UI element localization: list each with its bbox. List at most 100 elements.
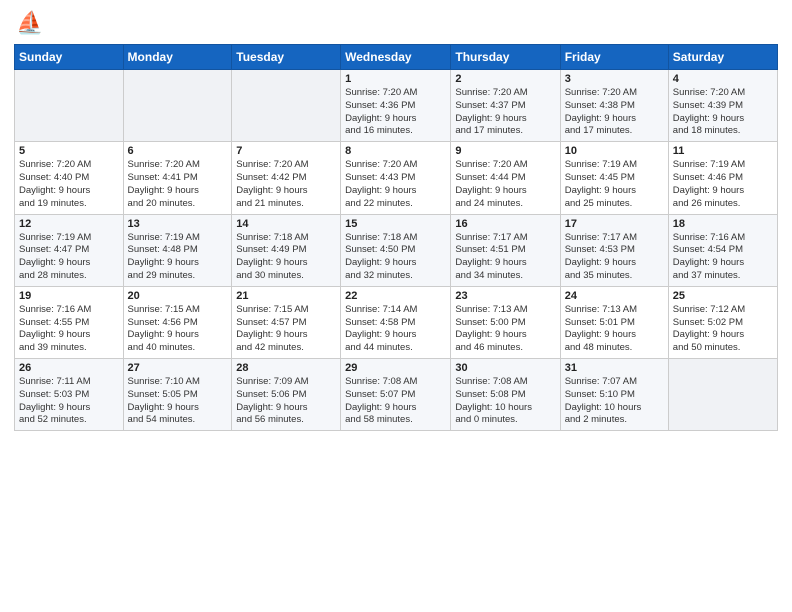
page: ⛵ SundayMondayTuesdayWednesdayThursdayFr… — [0, 0, 792, 612]
day-info: Sunrise: 7:20 AM Sunset: 4:40 PM Dayligh… — [19, 159, 119, 210]
day-cell: 25 Sunrise: 7:12 AM Sunset: 5:02 PM Dayli… — [668, 286, 777, 358]
day-number: 8 — [345, 145, 446, 157]
day-number: 14 — [236, 218, 336, 230]
day-cell: 6 Sunrise: 7:20 AM Sunset: 4:41 PM Daylig… — [123, 142, 232, 214]
day-number: 13 — [128, 218, 228, 230]
day-number: 18 — [673, 218, 773, 230]
day-info: Sunrise: 7:11 AM Sunset: 5:03 PM Dayligh… — [19, 376, 119, 427]
day-info: Sunrise: 7:08 AM Sunset: 5:07 PM Dayligh… — [345, 376, 446, 427]
day-number: 19 — [19, 290, 119, 302]
day-cell: 20 Sunrise: 7:15 AM Sunset: 4:56 PM Dayli… — [123, 286, 232, 358]
week-row-2: 5 Sunrise: 7:20 AM Sunset: 4:40 PM Daylig… — [15, 142, 778, 214]
day-cell: 26 Sunrise: 7:11 AM Sunset: 5:03 PM Dayli… — [15, 359, 124, 431]
day-info: Sunrise: 7:10 AM Sunset: 5:05 PM Dayligh… — [128, 376, 228, 427]
day-info: Sunrise: 7:14 AM Sunset: 4:58 PM Dayligh… — [345, 304, 446, 355]
day-info: Sunrise: 7:20 AM Sunset: 4:39 PM Dayligh… — [673, 87, 773, 138]
day-header-thursday: Thursday — [451, 45, 560, 70]
week-row-1: 1Sunrise: 7:20 AM Sunset: 4:36 PM Daylig… — [15, 70, 778, 142]
day-number: 4 — [673, 73, 773, 85]
day-cell: 27 Sunrise: 7:10 AM Sunset: 5:05 PM Dayli… — [123, 359, 232, 431]
day-number: 3 — [565, 73, 664, 85]
day-header-tuesday: Tuesday — [232, 45, 341, 70]
day-info: Sunrise: 7:20 AM Sunset: 4:43 PM Dayligh… — [345, 159, 446, 210]
day-info: Sunrise: 7:20 AM Sunset: 4:44 PM Dayligh… — [455, 159, 555, 210]
header: ⛵ — [14, 10, 778, 38]
day-cell: 1Sunrise: 7:20 AM Sunset: 4:36 PM Daylig… — [341, 70, 451, 142]
day-header-monday: Monday — [123, 45, 232, 70]
day-cell: 14 Sunrise: 7:18 AM Sunset: 4:49 PM Dayli… — [232, 214, 341, 286]
day-number: 30 — [455, 362, 555, 374]
day-number: 27 — [128, 362, 228, 374]
day-info: Sunrise: 7:18 AM Sunset: 4:49 PM Dayligh… — [236, 232, 336, 283]
day-info: Sunrise: 7:08 AM Sunset: 5:08 PM Dayligh… — [455, 376, 555, 427]
day-number: 21 — [236, 290, 336, 302]
day-header-friday: Friday — [560, 45, 668, 70]
day-header-sunday: Sunday — [15, 45, 124, 70]
day-info: Sunrise: 7:12 AM Sunset: 5:02 PM Dayligh… — [673, 304, 773, 355]
day-info: Sunrise: 7:19 AM Sunset: 4:47 PM Dayligh… — [19, 232, 119, 283]
day-info: Sunrise: 7:19 AM Sunset: 4:48 PM Dayligh… — [128, 232, 228, 283]
svg-text:⛵: ⛵ — [16, 10, 42, 35]
day-info: Sunrise: 7:13 AM Sunset: 5:00 PM Dayligh… — [455, 304, 555, 355]
day-cell: 30 Sunrise: 7:08 AM Sunset: 5:08 PM Dayli… — [451, 359, 560, 431]
day-cell — [232, 70, 341, 142]
day-info: Sunrise: 7:19 AM Sunset: 4:45 PM Dayligh… — [565, 159, 664, 210]
day-info: Sunrise: 7:20 AM Sunset: 4:41 PM Dayligh… — [128, 159, 228, 210]
calendar-header-row: SundayMondayTuesdayWednesdayThursdayFrid… — [15, 45, 778, 70]
day-cell — [123, 70, 232, 142]
day-number: 15 — [345, 218, 446, 230]
day-header-saturday: Saturday — [668, 45, 777, 70]
day-number: 28 — [236, 362, 336, 374]
day-info: Sunrise: 7:20 AM Sunset: 4:36 PM Dayligh… — [345, 87, 446, 138]
day-number: 16 — [455, 218, 555, 230]
day-info: Sunrise: 7:07 AM Sunset: 5:10 PM Dayligh… — [565, 376, 664, 427]
day-cell: 10 Sunrise: 7:19 AM Sunset: 4:45 PM Dayli… — [560, 142, 668, 214]
day-number: 10 — [565, 145, 664, 157]
day-cell: 11Sunrise: 7:19 AM Sunset: 4:46 PM Dayli… — [668, 142, 777, 214]
day-info: Sunrise: 7:15 AM Sunset: 4:56 PM Dayligh… — [128, 304, 228, 355]
day-number: 25 — [673, 290, 773, 302]
week-row-4: 19 Sunrise: 7:16 AM Sunset: 4:55 PM Dayli… — [15, 286, 778, 358]
day-info: Sunrise: 7:09 AM Sunset: 5:06 PM Dayligh… — [236, 376, 336, 427]
day-cell: 21 Sunrise: 7:15 AM Sunset: 4:57 PM Dayli… — [232, 286, 341, 358]
logo: ⛵ — [14, 10, 45, 38]
day-cell: 17 Sunrise: 7:17 AM Sunset: 4:53 PM Dayli… — [560, 214, 668, 286]
day-header-wednesday: Wednesday — [341, 45, 451, 70]
day-info: Sunrise: 7:18 AM Sunset: 4:50 PM Dayligh… — [345, 232, 446, 283]
day-cell: 13 Sunrise: 7:19 AM Sunset: 4:48 PM Dayli… — [123, 214, 232, 286]
day-cell: 29Sunrise: 7:08 AM Sunset: 5:07 PM Dayli… — [341, 359, 451, 431]
day-number: 26 — [19, 362, 119, 374]
day-cell: 5 Sunrise: 7:20 AM Sunset: 4:40 PM Daylig… — [15, 142, 124, 214]
day-info: Sunrise: 7:20 AM Sunset: 4:37 PM Dayligh… — [455, 87, 555, 138]
day-info: Sunrise: 7:16 AM Sunset: 4:55 PM Dayligh… — [19, 304, 119, 355]
week-row-3: 12Sunrise: 7:19 AM Sunset: 4:47 PM Dayli… — [15, 214, 778, 286]
day-info: Sunrise: 7:17 AM Sunset: 4:53 PM Dayligh… — [565, 232, 664, 283]
day-number: 31 — [565, 362, 664, 374]
day-cell: 19 Sunrise: 7:16 AM Sunset: 4:55 PM Dayli… — [15, 286, 124, 358]
day-number: 7 — [236, 145, 336, 157]
day-info: Sunrise: 7:20 AM Sunset: 4:38 PM Dayligh… — [565, 87, 664, 138]
logo-icon: ⛵ — [14, 10, 42, 38]
day-cell: 28 Sunrise: 7:09 AM Sunset: 5:06 PM Dayli… — [232, 359, 341, 431]
day-info: Sunrise: 7:13 AM Sunset: 5:01 PM Dayligh… — [565, 304, 664, 355]
day-number: 6 — [128, 145, 228, 157]
day-info: Sunrise: 7:15 AM Sunset: 4:57 PM Dayligh… — [236, 304, 336, 355]
day-number: 5 — [19, 145, 119, 157]
day-cell: 4 Sunrise: 7:20 AM Sunset: 4:39 PM Daylig… — [668, 70, 777, 142]
day-cell: 24Sunrise: 7:13 AM Sunset: 5:01 PM Dayli… — [560, 286, 668, 358]
day-cell: 9Sunrise: 7:20 AM Sunset: 4:44 PM Daylig… — [451, 142, 560, 214]
day-number: 2 — [455, 73, 555, 85]
day-cell — [15, 70, 124, 142]
day-number: 20 — [128, 290, 228, 302]
day-cell: 31 Sunrise: 7:07 AM Sunset: 5:10 PM Dayli… — [560, 359, 668, 431]
day-cell: 15 Sunrise: 7:18 AM Sunset: 4:50 PM Dayli… — [341, 214, 451, 286]
day-number: 17 — [565, 218, 664, 230]
day-cell: 16 Sunrise: 7:17 AM Sunset: 4:51 PM Dayli… — [451, 214, 560, 286]
day-number: 23 — [455, 290, 555, 302]
day-info: Sunrise: 7:17 AM Sunset: 4:51 PM Dayligh… — [455, 232, 555, 283]
day-cell: 18Sunrise: 7:16 AM Sunset: 4:54 PM Dayli… — [668, 214, 777, 286]
day-number: 22 — [345, 290, 446, 302]
day-number: 11 — [673, 145, 773, 157]
day-cell: 22 Sunrise: 7:14 AM Sunset: 4:58 PM Dayli… — [341, 286, 451, 358]
week-row-5: 26 Sunrise: 7:11 AM Sunset: 5:03 PM Dayli… — [15, 359, 778, 431]
